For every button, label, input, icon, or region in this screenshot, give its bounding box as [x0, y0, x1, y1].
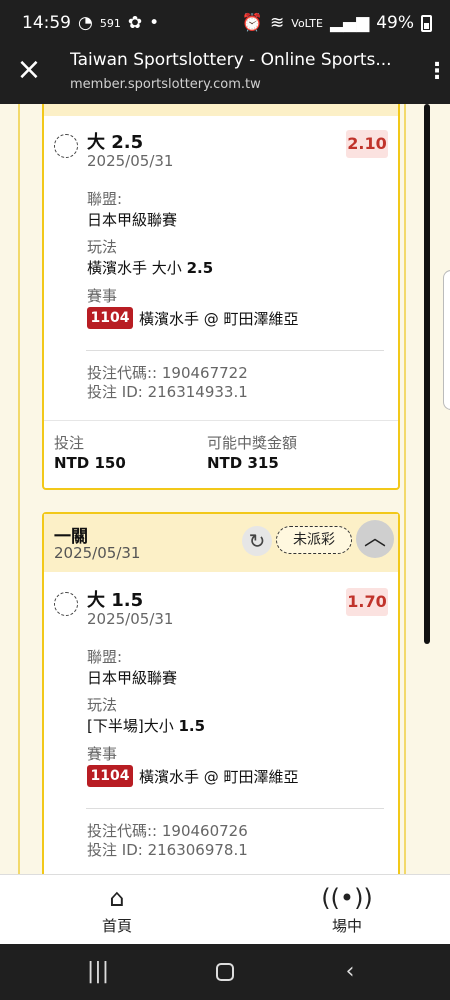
odds-badge: 1.70	[346, 588, 388, 616]
select-radio[interactable]	[54, 134, 78, 158]
select-radio[interactable]	[54, 592, 78, 616]
battery-icon	[421, 14, 432, 32]
notification-icon: ◔	[78, 13, 93, 33]
event-label: 賽事	[87, 287, 118, 305]
close-icon[interactable]: ×	[14, 55, 44, 86]
status-time: 14:59	[22, 13, 71, 33]
league-label: 聯盟:	[87, 190, 123, 208]
event-name: 橫濱水手 @ 町田澤維亞	[139, 768, 299, 786]
stake-value: NTD 150	[54, 454, 126, 472]
refresh-icon[interactable]: ↻	[242, 526, 272, 556]
page-title: Taiwan Sportslottery - Online Sports...	[70, 50, 392, 70]
home-icon: ⌂	[109, 884, 125, 912]
nav-home[interactable]: ⌂ 首頁	[77, 883, 157, 936]
selection-date: 2025/05/31	[87, 152, 174, 170]
event-code-badge: 1104	[87, 307, 133, 329]
stake-label: 投注	[54, 434, 85, 452]
dot-icon: •	[149, 13, 160, 33]
market-label: 玩法	[87, 696, 118, 714]
bet-date: 2025/05/31	[54, 544, 141, 562]
nav-live[interactable]: ((•)) 場中	[307, 883, 387, 936]
market-line: 2.5	[186, 259, 214, 277]
league-value: 日本甲級聯賽	[87, 211, 178, 229]
card-header: 一關 2025/05/31 ↻ 未派彩 ︿	[44, 514, 398, 572]
divider	[86, 350, 384, 351]
selection-name: 大 1.5	[87, 590, 144, 611]
bet-card: 大 2.5 2025/05/31 2.10 聯盟: 日本甲級聯賽 玩法 橫濱水手…	[42, 104, 400, 490]
back-icon[interactable]: ‹	[330, 958, 370, 986]
payout-value: NTD 315	[207, 454, 279, 472]
payout-label: 可能中獎金額	[207, 434, 298, 452]
bet-id: 投注 ID: 216314933.1	[87, 383, 248, 401]
home-button-icon	[216, 963, 234, 981]
odds-badge: 2.10	[346, 130, 388, 158]
bet-history-content[interactable]: 大 2.5 2025/05/31 2.10 聯盟: 日本甲級聯賽 玩法 橫濱水手…	[0, 104, 450, 874]
signal-icon: ▂▄▆	[329, 13, 370, 33]
battery-percent: 49%	[376, 13, 414, 33]
bet-card: 一關 2025/05/31 ↻ 未派彩 ︿ 大 1.5 2025/05/31 1…	[42, 512, 400, 874]
page-url: member.sportslottery.com.tw	[70, 77, 261, 92]
bet-code: 投注代碼:: 190467722	[87, 364, 248, 382]
recent-apps-icon[interactable]: |||	[78, 958, 118, 986]
market-value: [下半場]大小 1.5	[87, 715, 205, 736]
bet-id: 投注 ID: 216306978.1	[87, 841, 248, 859]
scrollbar[interactable]	[424, 104, 430, 644]
league-label: 聯盟:	[87, 648, 123, 666]
system-nav-bar: ||| ‹	[0, 944, 450, 1000]
home-button[interactable]	[205, 958, 245, 986]
league-value: 日本甲級聯賽	[87, 669, 178, 687]
divider	[44, 420, 398, 421]
chevron-up-icon[interactable]: ︿	[356, 520, 394, 558]
app-notification-icon: ✿	[127, 13, 143, 33]
market-value: 橫濱水手 大小 2.5	[87, 257, 213, 278]
market-name: [下半場]大小	[87, 717, 174, 735]
settlement-status-badge: 未派彩	[276, 526, 352, 554]
card-header-band	[44, 104, 398, 116]
market-label: 玩法	[87, 238, 118, 256]
bottom-nav: ⌂ 首頁 ((•)) 場中	[0, 874, 450, 944]
left-rail	[18, 104, 20, 874]
bet-code: 投注代碼:: 190460726	[87, 822, 248, 840]
event-label: 賽事	[87, 745, 118, 763]
status-bar: 14:59 ◔ 591 ✿ • ⏰ ≋ VoLTE ▂▄▆ 49%	[0, 0, 450, 46]
edge-panel-handle[interactable]	[443, 270, 450, 410]
selection-name: 大 2.5	[87, 132, 144, 153]
notification-label: 591	[99, 16, 121, 30]
market-name: 橫濱水手 大小	[87, 259, 182, 277]
browser-header: × Taiwan Sportslottery - Online Sports..…	[0, 46, 450, 104]
divider	[86, 808, 384, 809]
wifi-icon: ≋	[270, 13, 285, 33]
nav-live-label: 場中	[331, 917, 362, 935]
live-broadcast-icon: ((•))	[321, 884, 373, 912]
market-line: 1.5	[178, 717, 206, 735]
selection-date: 2025/05/31	[87, 610, 174, 628]
more-options-icon[interactable]: ⋮	[426, 58, 448, 86]
event-name: 橫濱水手 @ 町田澤維亞	[139, 310, 299, 328]
alarm-icon: ⏰	[241, 13, 264, 33]
right-rail	[404, 104, 406, 874]
network-label: VoLTE	[291, 16, 323, 30]
nav-home-label: 首頁	[101, 917, 132, 935]
event-code-badge: 1104	[87, 765, 133, 787]
